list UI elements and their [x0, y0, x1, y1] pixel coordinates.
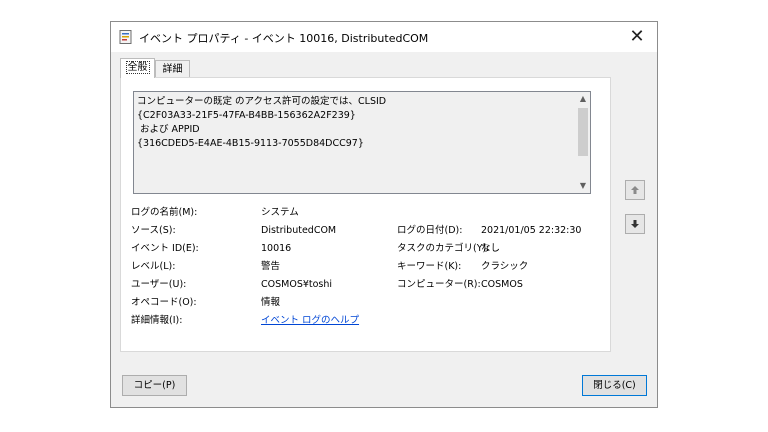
general-tab-panel: コンピューターの既定 のアクセス許可の設定では、CLSID {C2F03A33-…: [120, 77, 611, 352]
log-name-label: ログの名前(M):: [131, 207, 198, 218]
event-log-help-link[interactable]: イベント ログのヘルプ: [261, 314, 359, 328]
close-window-button[interactable]: ✕: [617, 22, 657, 52]
scroll-thumb[interactable]: [578, 108, 588, 156]
more-info-label: 詳細情報(I):: [131, 315, 183, 326]
scroll-up-icon[interactable]: ▲: [576, 92, 590, 106]
event-id-value: 10016: [261, 243, 292, 254]
description-scrollbar[interactable]: ▲ ▼: [576, 92, 590, 193]
level-value: 警告: [261, 261, 281, 272]
user-value: COSMOS¥toshi: [261, 279, 333, 290]
window-title: イベント プロパティ - イベント 10016, DistributedCOM: [139, 32, 429, 45]
tab-details[interactable]: 詳細: [155, 60, 190, 77]
event-properties-window: イベント プロパティ - イベント 10016, DistributedCOM …: [110, 21, 658, 408]
event-id-label: イベント ID(E):: [131, 243, 199, 254]
computer-label: コンピューター(R):: [397, 279, 481, 290]
tab-general-label: 全般: [125, 61, 150, 74]
log-name-value: システム: [261, 207, 299, 218]
user-label: ユーザー(U):: [131, 279, 187, 290]
computer-value: COSMOS: [481, 279, 523, 290]
arrow-up-icon: [631, 186, 639, 194]
source-value: DistributedCOM: [261, 225, 337, 236]
event-description-box[interactable]: コンピューターの既定 のアクセス許可の設定では、CLSID {C2F03A33-…: [133, 91, 591, 194]
logged-label: ログの日付(D):: [397, 225, 463, 236]
task-category-label: タスクのカテゴリ(Y):: [397, 243, 490, 254]
opcode-value: 情報: [261, 297, 281, 308]
keywords-label: キーワード(K):: [397, 261, 462, 272]
arrow-down-icon: [631, 220, 639, 228]
previous-event-button[interactable]: [625, 180, 645, 200]
close-icon: ✕: [629, 26, 645, 47]
event-viewer-app-icon: [119, 30, 132, 44]
tab-details-label: 詳細: [162, 64, 183, 75]
source-label: ソース(S):: [131, 225, 176, 236]
close-button[interactable]: 閉じる(C): [582, 375, 647, 396]
level-label: レベル(L):: [131, 261, 176, 272]
task-category-value: なし: [481, 243, 501, 254]
keywords-value: クラシック: [481, 261, 529, 272]
tab-general[interactable]: 全般: [120, 58, 155, 78]
logged-value: 2021/01/05 22:32:30: [481, 225, 582, 236]
next-event-button[interactable]: [625, 214, 645, 234]
event-properties-grid: ログの名前(M): システム ソース(S): DistributedCOM ログ…: [131, 206, 601, 336]
event-description-text: コンピューターの既定 のアクセス許可の設定では、CLSID {C2F03A33-…: [137, 96, 387, 149]
copy-button[interactable]: コピー(P): [122, 375, 187, 396]
scroll-down-icon[interactable]: ▼: [576, 179, 590, 193]
opcode-label: オペコード(O):: [131, 297, 197, 308]
title-bar: イベント プロパティ - イベント 10016, DistributedCOM …: [111, 22, 657, 52]
